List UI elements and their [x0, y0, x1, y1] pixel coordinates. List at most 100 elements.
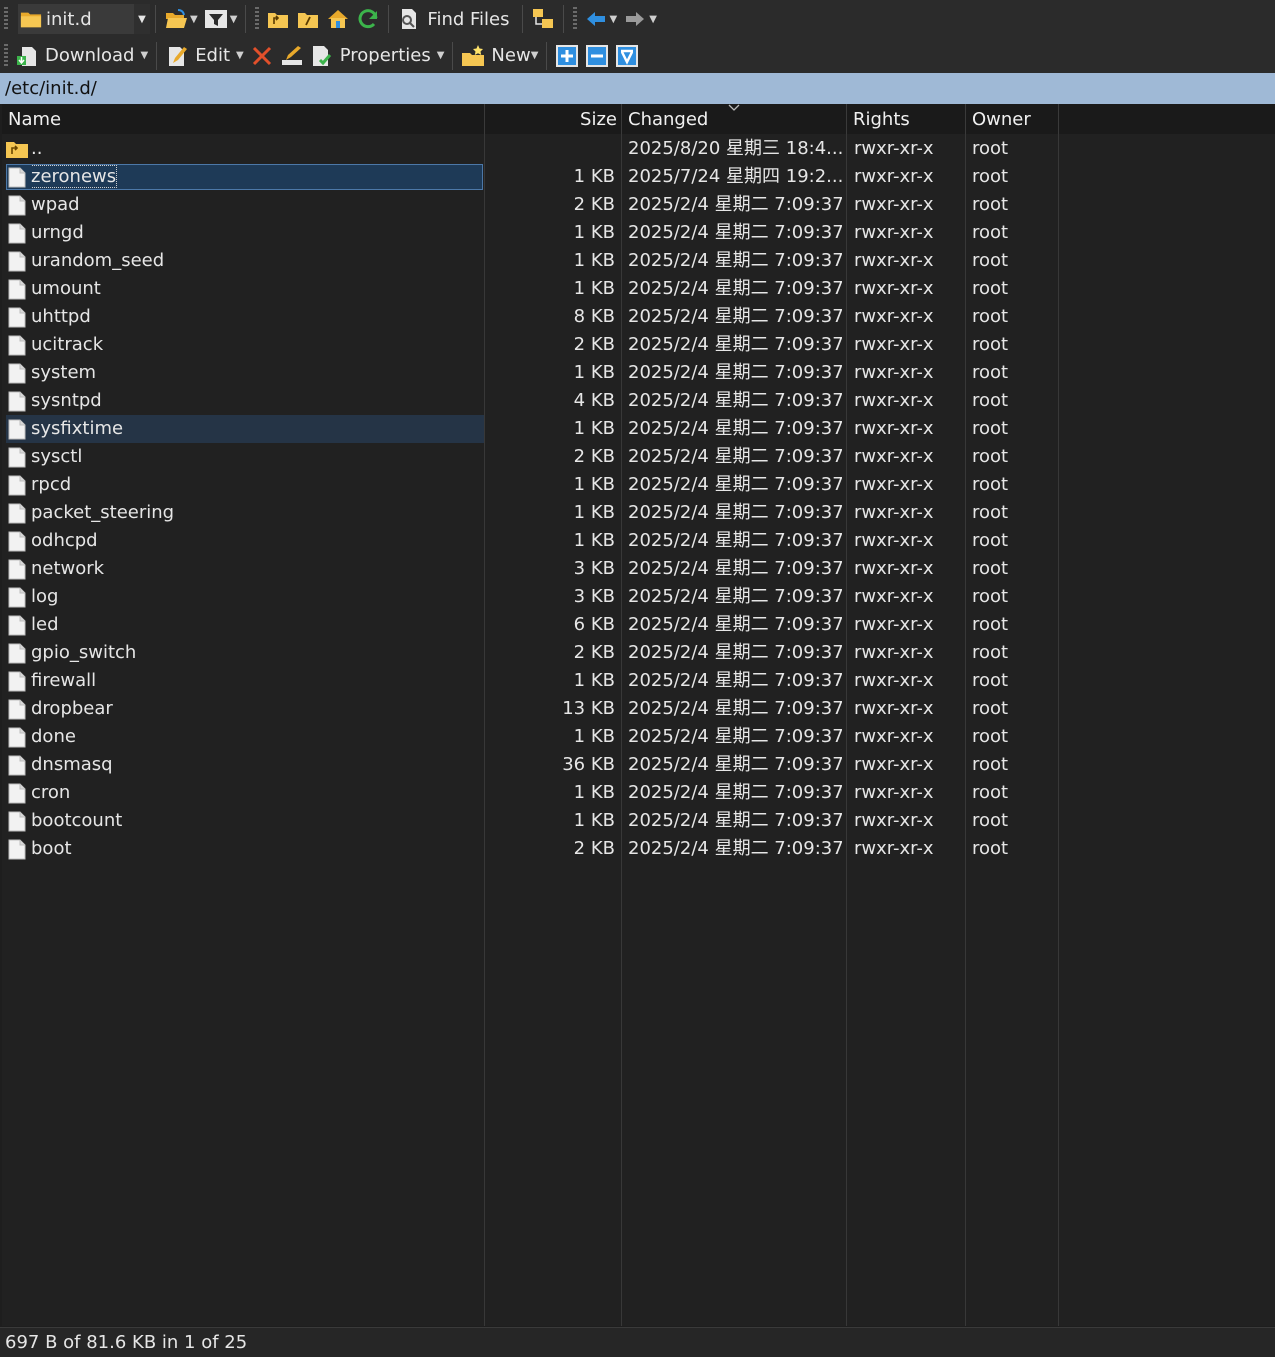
- separator: [245, 5, 247, 33]
- back-dropdown[interactable]: ▼: [610, 14, 618, 25]
- parent-folder-icon: [268, 13, 289, 28]
- file-icon: [8, 559, 26, 580]
- toolbar-grip[interactable]: [4, 7, 8, 31]
- parent-directory-button[interactable]: [263, 4, 293, 34]
- location-combo-dropdown[interactable]: ▼: [134, 4, 150, 34]
- filter-dropdown[interactable]: ▼: [230, 14, 238, 25]
- table-row[interactable]: uhttpd 8 KB 2025/2/4 星期二 7:09:37 rwxr-xr-x r…: [2, 303, 1275, 331]
- path-bar[interactable]: /etc/init.d/: [0, 73, 1275, 104]
- back-button[interactable]: ▼: [581, 4, 621, 34]
- find-files-label: Find Files: [427, 8, 510, 30]
- column-header-name[interactable]: Name: [2, 104, 485, 134]
- table-row[interactable]: boot 2 KB 2025/2/4 星期二 7:09:37 rwxr-xr-x roo…: [2, 835, 1275, 863]
- filter-button[interactable]: ▼: [201, 4, 241, 34]
- separator: [546, 41, 548, 70]
- file-owner: root: [972, 810, 1009, 831]
- table-row[interactable]: packet_steering 1 KB 2025/2/4 星期二 7:09:37 r…: [2, 499, 1275, 527]
- file-name: log: [31, 586, 59, 607]
- file-icon: [8, 839, 26, 860]
- forward-dropdown[interactable]: ▼: [649, 14, 657, 25]
- file-name: uhttpd: [31, 306, 91, 327]
- find-files-button[interactable]: Find Files: [394, 4, 516, 34]
- file-size: 2 KB: [573, 642, 615, 663]
- home-directory-button[interactable]: [323, 4, 353, 34]
- delete-button[interactable]: [247, 41, 277, 71]
- toolbar-grip[interactable]: [255, 7, 260, 31]
- table-row[interactable]: sysctl 2 KB 2025/2/4 星期二 7:09:37 rwxr-xr-x r…: [2, 443, 1275, 471]
- file-changed: 2025/2/4 星期二 7:09:37: [628, 502, 842, 523]
- file-rights: rwxr-xr-x: [854, 670, 934, 691]
- table-row[interactable]: cron 1 KB 2025/2/4 星期二 7:09:37 rwxr-xr-x roo…: [2, 779, 1275, 807]
- file-icon: [8, 335, 26, 356]
- location-combo-text: init.d: [46, 8, 92, 30]
- forward-arrow-icon: [626, 12, 645, 26]
- table-row[interactable]: urandom_seed 1 KB 2025/2/4 星期二 7:09:37 rwxr…: [2, 247, 1275, 275]
- refresh-button[interactable]: [353, 4, 383, 34]
- edit-label: Edit: [195, 45, 231, 66]
- table-row[interactable]: gpio_switch 2 KB 2025/2/4 星期二 7:09:37 rwxr-…: [2, 639, 1275, 667]
- edit-button[interactable]: Edit ▼: [162, 41, 247, 71]
- table-row[interactable]: ucitrack 2 KB 2025/2/4 星期二 7:09:37 rwxr-xr-…: [2, 331, 1275, 359]
- root-directory-button[interactable]: [293, 4, 323, 34]
- file-list[interactable]: Name Size Changed Rights Owner .. 2025/8/…: [2, 104, 1275, 1326]
- table-row[interactable]: bootcount 1 KB 2025/2/4 星期二 7:09:37 rwxr-xr…: [2, 807, 1275, 835]
- unselect-files-button[interactable]: [582, 41, 612, 71]
- select-files-button[interactable]: [552, 41, 582, 71]
- file-size: 6 KB: [573, 614, 615, 635]
- location-combo[interactable]: init.d ▼: [18, 4, 150, 34]
- column-header-size[interactable]: Size: [485, 104, 622, 134]
- table-row[interactable]: log 3 KB 2025/2/4 星期二 7:09:37 rwxr-xr-x root: [2, 583, 1275, 611]
- file-size: 36 KB: [562, 754, 615, 775]
- table-row[interactable]: .. 2025/8/20 星期三 18:4... rwxr-xr-x root: [2, 135, 1275, 163]
- table-row[interactable]: zeronews 1 KB 2025/7/24 星期四 19:2... rwxr-xr…: [2, 163, 1275, 191]
- table-row[interactable]: led 6 KB 2025/2/4 星期二 7:09:37 rwxr-xr-x root: [2, 611, 1275, 639]
- status-text: 697 B of 81.6 KB in 1 of 25: [5, 1332, 248, 1353]
- properties-button[interactable]: Properties ▼: [307, 41, 448, 71]
- column-header-changed[interactable]: Changed: [622, 104, 847, 134]
- file-rights: rwxr-xr-x: [854, 362, 934, 383]
- forward-button[interactable]: ▼: [620, 4, 660, 34]
- table-row[interactable]: odhcpd 1 KB 2025/2/4 星期二 7:09:37 rwxr-xr-x r…: [2, 527, 1275, 555]
- navigation-toolbar: init.d ▼ ▼ ▼ Find Files ▼ ▼: [0, 0, 1275, 38]
- table-row[interactable]: rpcd 1 KB 2025/2/4 星期二 7:09:37 rwxr-xr-x roo…: [2, 471, 1275, 499]
- file-changed: 2025/2/4 星期二 7:09:37: [628, 754, 842, 775]
- table-row[interactable]: done 1 KB 2025/2/4 星期二 7:09:37 rwxr-xr-x roo…: [2, 723, 1275, 751]
- file-rights: rwxr-xr-x: [854, 614, 934, 635]
- file-changed: 2025/8/20 星期三 18:4...: [628, 138, 842, 159]
- table-row[interactable]: umount 1 KB 2025/2/4 星期二 7:09:37 rwxr-xr-x r…: [2, 275, 1275, 303]
- file-changed: 2025/2/4 星期二 7:09:37: [628, 446, 842, 467]
- column-header-rights[interactable]: Rights: [847, 104, 966, 134]
- file-owner: root: [972, 222, 1009, 243]
- table-row[interactable]: dnsmasq 36 KB 2025/2/4 星期二 7:09:37 rwxr-xr-…: [2, 751, 1275, 779]
- table-row[interactable]: system 1 KB 2025/2/4 星期二 7:09:37 rwxr-xr-x r…: [2, 359, 1275, 387]
- table-row[interactable]: urngd 1 KB 2025/2/4 星期二 7:09:37 rwxr-xr-x ro…: [2, 219, 1275, 247]
- table-row[interactable]: wpad 2 KB 2025/2/4 星期二 7:09:37 rwxr-xr-x roo…: [2, 191, 1275, 219]
- edit-dropdown[interactable]: ▼: [236, 50, 244, 61]
- rename-button[interactable]: [277, 41, 307, 71]
- toolbar-grip[interactable]: [4, 43, 8, 68]
- new-button[interactable]: New ▼: [458, 41, 541, 71]
- toolbar-grip[interactable]: [572, 7, 577, 31]
- file-rights: rwxr-xr-x: [854, 558, 934, 579]
- table-row[interactable]: dropbear 13 KB 2025/2/4 星期二 7:09:37 rwxr-xr…: [2, 695, 1275, 723]
- table-row[interactable]: sysntpd 4 KB 2025/2/4 星期二 7:09:37 rwxr-xr-x…: [2, 387, 1275, 415]
- tree-button[interactable]: [528, 4, 558, 34]
- file-owner: root: [972, 474, 1009, 495]
- properties-dropdown[interactable]: ▼: [437, 50, 445, 61]
- select-all-button[interactable]: [612, 41, 642, 71]
- download-dropdown[interactable]: ▼: [140, 50, 148, 61]
- column-header-owner[interactable]: Owner: [966, 104, 1059, 134]
- file-name: system: [31, 362, 97, 383]
- file-size: 1 KB: [573, 278, 615, 299]
- file-name: done: [31, 726, 76, 747]
- download-button[interactable]: Download ▼: [12, 41, 151, 71]
- file-size: 1 KB: [573, 250, 615, 271]
- open-directory-button[interactable]: ▼: [161, 4, 201, 34]
- table-row[interactable]: sysfixtime 1 KB 2025/2/4 星期二 7:09:37 rwxr-x…: [2, 415, 1275, 443]
- new-dropdown[interactable]: ▼: [531, 50, 539, 61]
- open-directory-dropdown[interactable]: ▼: [190, 14, 198, 25]
- file-name: gpio_switch: [31, 642, 137, 663]
- file-changed: 2025/2/4 星期二 7:09:37: [628, 558, 842, 579]
- table-row[interactable]: firewall 1 KB 2025/2/4 星期二 7:09:37 rwxr-xr-…: [2, 667, 1275, 695]
- table-row[interactable]: network 3 KB 2025/2/4 星期二 7:09:37 rwxr-xr-x…: [2, 555, 1275, 583]
